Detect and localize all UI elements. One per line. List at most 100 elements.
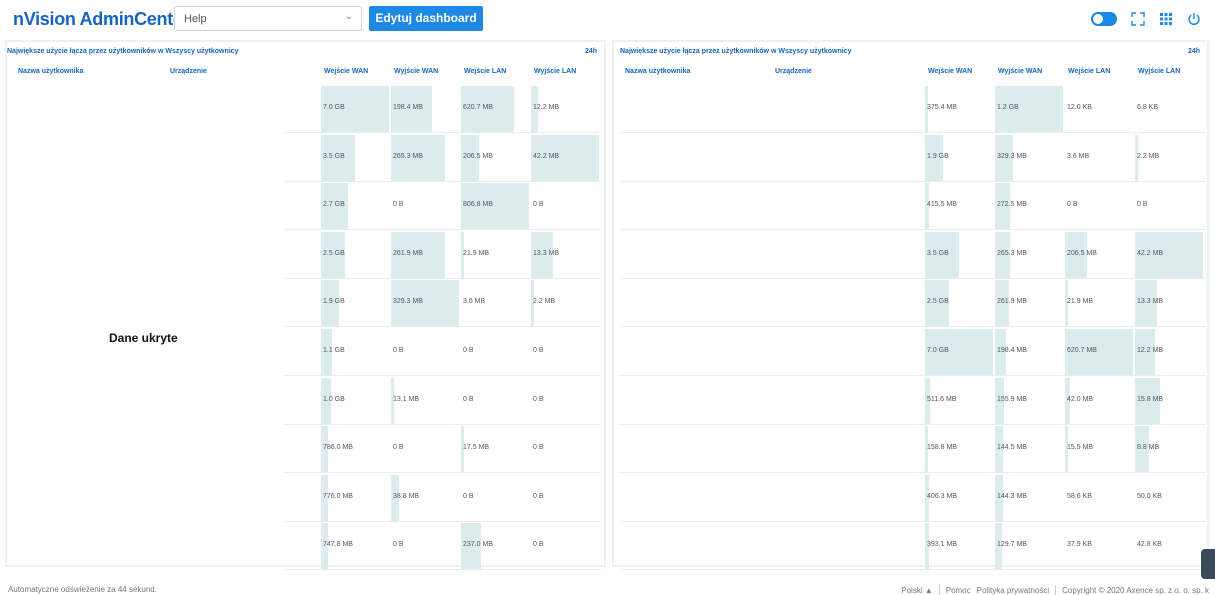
cell-value: 272.5 MB: [997, 201, 1027, 209]
col-header-lan-in[interactable]: Wejście LAN: [464, 68, 506, 75]
grid-icon[interactable]: [1159, 12, 1173, 26]
col-header-wan-in[interactable]: Wejście WAN: [928, 68, 972, 75]
col-header-wan-out[interactable]: Wyjście WAN: [394, 68, 438, 75]
table-row[interactable]: 1.1 GB 0 B 0 B 0 B: [7, 328, 604, 376]
cell-lan-out: 2.2 MB: [531, 279, 599, 327]
cell-lan-out: 12.2 MB: [531, 85, 599, 133]
cell-lan-in: 3.6 MB: [461, 279, 529, 327]
cell-value: 329.3 MB: [393, 298, 423, 306]
table-row[interactable]: 3.5 GB 265.3 MB 206.5 MB 42.2 MB: [614, 231, 1207, 279]
power-icon[interactable]: [1187, 12, 1201, 26]
table-row[interactable]: 2.7 GB 0 B 806.8 MB 0 B: [7, 182, 604, 231]
cell-wan-out: 144.5 MB: [995, 425, 1063, 473]
widget-period: 24h: [584, 48, 597, 55]
col-header-lan-out[interactable]: Wyjście LAN: [534, 68, 576, 75]
help-link[interactable]: Pomoc: [946, 586, 971, 595]
cell-wan-in: 2.5 GB: [321, 231, 389, 279]
table-row[interactable]: 7.0 GB 198.4 MB 620.7 MB 12.2 MB: [7, 85, 604, 133]
cell-value: 15.8 MB: [1137, 395, 1164, 403]
cell-wan-in: 1.1 GB: [321, 328, 389, 376]
cell-wan-in: 2.5 GB: [925, 279, 993, 327]
cell-lan-in: 206.5 MB: [461, 134, 529, 182]
dashboard-select[interactable]: Help ⌄: [174, 6, 362, 31]
cell-value: 198.4 MB: [393, 104, 423, 111]
widget-left: Największe użycie łącza przez użytkownik…: [5, 40, 606, 571]
col-header-user[interactable]: Nazwa użytkownika: [18, 68, 83, 75]
cell-wan-in: 406.3 MB: [925, 474, 993, 522]
table-row[interactable]: 1.9 GB 329.3 MB 3.6 MB 2.2 MB: [614, 134, 1207, 182]
table-row[interactable]: 158.8 MB 144.5 MB 15.5 MB 8.8 MB: [614, 425, 1207, 474]
col-header-wan-out[interactable]: Wyjście WAN: [998, 68, 1042, 75]
cell-value: 415.5 MB: [927, 201, 957, 209]
cell-wan-out: 329.3 MB: [995, 134, 1063, 182]
cell-wan-in: 2.7 GB: [321, 182, 389, 230]
header-icons: [1091, 9, 1201, 29]
app-logo[interactable]: nVision AdminCenter: [13, 9, 190, 30]
cell-lan-in: 206.5 MB: [1065, 231, 1133, 279]
table-row[interactable]: 2.5 GB 261.9 MB 21.9 MB 13.3 MB: [7, 231, 604, 279]
table-row[interactable]: 7.0 GB 198.4 MB 620.7 MB 12.2 MB: [614, 328, 1207, 376]
table-row[interactable]: 393.1 MB 129.7 MB 37.9 KB 42.8 KB: [614, 522, 1207, 571]
cell-lan-out: 12.2 MB: [1135, 328, 1203, 376]
table-row[interactable]: 1.9 GB 329.3 MB 3.6 MB 2.2 MB: [7, 279, 604, 328]
col-header-user[interactable]: Nazwa użytkownika: [625, 68, 690, 75]
col-header-device[interactable]: Urządzenie: [775, 68, 812, 75]
table-row[interactable]: 415.5 MB 272.5 MB 0 B 0 B: [614, 182, 1207, 231]
cell-value: 144.5 MB: [997, 444, 1027, 452]
fullscreen-icon[interactable]: [1131, 12, 1145, 26]
cell-value: 1.9 GB: [323, 298, 345, 306]
cell-value: 129.7 MB: [997, 541, 1027, 549]
cell-wan-out: 0 B: [391, 328, 459, 376]
table-row[interactable]: 2.5 GB 261.9 MB 21.9 MB 13.3 MB: [614, 279, 1207, 328]
chat-icon[interactable]: [1201, 549, 1215, 579]
col-header-device[interactable]: Urządzenie: [170, 68, 207, 75]
copyright-text: Copyright © 2020 Axence sp. z o. o. sp. …: [1062, 585, 1209, 595]
col-header-wan-in[interactable]: Wejście WAN: [324, 68, 368, 75]
cell-value: 620.7 MB: [1067, 347, 1097, 354]
cell-value: 37.9 KB: [1067, 541, 1092, 549]
cell-value: 38.8 MB: [393, 492, 420, 500]
cell-value: 1.9 GB: [927, 152, 949, 160]
col-header-lan-in[interactable]: Wejście LAN: [1068, 68, 1110, 75]
table-row[interactable]: 1.0 GB 13.1 MB 0 B 0 B: [7, 377, 604, 425]
cell-lan-in: 0 B: [461, 377, 529, 425]
cell-lan-in: 0 B: [461, 474, 529, 522]
cell-wan-out: 261.9 MB: [995, 279, 1063, 327]
cell-value: 42.0 MB: [1067, 395, 1094, 403]
table-row[interactable]: 375.4 MB 1.2 GB 12.0 KB 6.8 KB: [614, 85, 1207, 133]
cell-value: 329.3 MB: [997, 152, 1027, 160]
table-row[interactable]: 776.0 MB 38.8 MB 0 B 0 B: [7, 474, 604, 522]
table-row[interactable]: 747.8 MB 0 B 237.0 MB 0 B: [7, 522, 604, 571]
cell-wan-out: 0 B: [391, 182, 459, 230]
cell-wan-out: 265.3 MB: [995, 231, 1063, 279]
table-row[interactable]: 3.5 GB 265.3 MB 206.5 MB 42.2 MB: [7, 134, 604, 182]
cell-lan-out: 0 B: [531, 182, 599, 230]
widget-title: Największe użycie łącza przez użytkownik…: [7, 48, 239, 55]
cell-value: 21.9 MB: [463, 249, 490, 257]
cell-lan-in: 237.0 MB: [461, 522, 529, 570]
cell-value: 806.8 MB: [463, 201, 493, 209]
cell-wan-out: 329.3 MB: [391, 279, 459, 327]
privacy-link[interactable]: Polityka prywatności: [977, 586, 1049, 595]
cell-wan-in: 7.0 GB: [925, 328, 993, 376]
toggle-switch-icon[interactable]: [1091, 12, 1117, 26]
cell-wan-out: 155.9 MB: [995, 377, 1063, 425]
language-select[interactable]: Polski ▲: [901, 586, 932, 595]
cell-value: 3.6 MB: [463, 298, 486, 306]
cell-lan-in: 21.9 MB: [461, 231, 529, 279]
table-row[interactable]: 511.6 MB 155.9 MB 42.0 MB 15.8 MB: [614, 377, 1207, 425]
edit-dashboard-button[interactable]: Edytuj dashboard: [369, 6, 483, 31]
cell-lan-out: 13.3 MB: [531, 231, 599, 279]
cell-value: 0 B: [533, 444, 544, 452]
cell-wan-in: 511.6 MB: [925, 377, 993, 425]
table-row[interactable]: 786.0 MB 0 B 17.5 MB 0 B: [7, 425, 604, 474]
cell-value: 0 B: [533, 492, 544, 500]
cell-lan-in: 12.0 KB: [1065, 85, 1133, 133]
cell-lan-in: 37.9 KB: [1065, 522, 1133, 570]
cell-value: 0 B: [393, 347, 404, 354]
col-header-lan-out[interactable]: Wyjście LAN: [1138, 68, 1180, 75]
cell-lan-in: 806.8 MB: [461, 182, 529, 230]
cell-value: 265.3 MB: [997, 249, 1027, 257]
cell-lan-out: 0 B: [531, 425, 599, 473]
table-row[interactable]: 406.3 MB 144.3 MB 58.6 KB 50.0 KB: [614, 474, 1207, 522]
